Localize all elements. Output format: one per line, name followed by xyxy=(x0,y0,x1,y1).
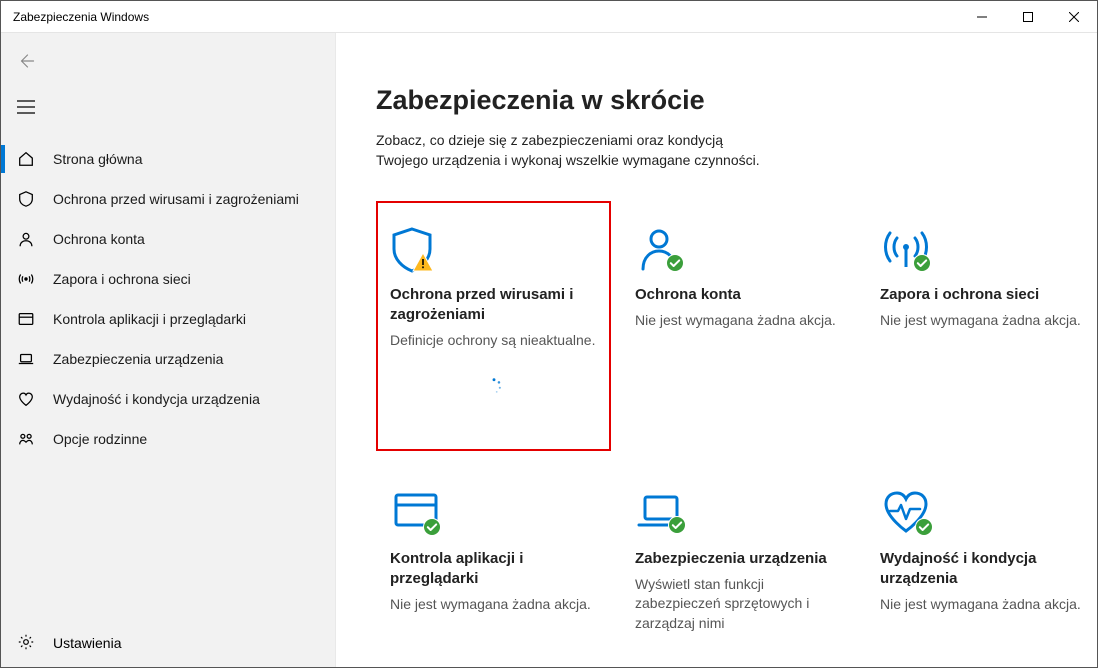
shield-icon xyxy=(17,190,35,208)
close-button[interactable] xyxy=(1051,1,1097,33)
tile-title: Wydajność i kondycja urządzenia xyxy=(880,549,1087,590)
nav-label: Kontrola aplikacji i przeglądarki xyxy=(53,311,246,327)
maximize-button[interactable] xyxy=(1005,1,1051,33)
person-icon xyxy=(17,230,35,248)
family-icon xyxy=(17,430,35,448)
back-arrow-icon xyxy=(17,52,35,73)
tile-title: Zapora i ochrona sieci xyxy=(880,285,1087,305)
app-window: Zabezpieczenia Windows xyxy=(0,0,1098,668)
antenna-ok-icon xyxy=(880,223,1087,285)
browser-ok-icon xyxy=(390,487,597,549)
titlebar: Zabezpieczenia Windows xyxy=(1,1,1097,33)
nav-item-family[interactable]: Opcje rodzinne xyxy=(1,419,335,459)
nav-label: Ochrona konta xyxy=(53,231,145,247)
laptop-ok-icon xyxy=(635,487,842,549)
antenna-icon xyxy=(17,270,35,288)
heart-icon xyxy=(17,390,35,408)
tile-device[interactable]: Zabezpieczenia urządzenia Wyświetl stan … xyxy=(621,465,856,665)
person-ok-icon xyxy=(635,223,842,285)
tile-health[interactable]: Wydajność i kondycja urządzenia Nie jest… xyxy=(866,465,1097,665)
tile-sub: Definicje ochrony są nieaktualne. xyxy=(390,331,597,351)
nav-item-firewall[interactable]: Zapora i ochrona sieci xyxy=(1,259,335,299)
back-button[interactable] xyxy=(1,39,335,85)
page-title: Zabezpieczenia w skrócie xyxy=(376,85,1057,116)
tile-sub: Wyświetl stan funkcji zabezpieczeń sprzę… xyxy=(635,575,842,634)
minimize-button[interactable] xyxy=(959,1,1005,33)
main-content: Zabezpieczenia w skrócie Zobacz, co dzie… xyxy=(336,33,1097,667)
body: Strona główna Ochrona przed wirusami i z… xyxy=(1,33,1097,667)
window-title: Zabezpieczenia Windows xyxy=(1,10,149,24)
settings-label: Ustawienia xyxy=(53,635,121,651)
nav: Strona główna Ochrona przed wirusami i z… xyxy=(1,139,335,459)
loading-spinner-icon xyxy=(390,377,597,398)
nav-label: Opcje rodzinne xyxy=(53,431,147,447)
tile-title: Zabezpieczenia urządzenia xyxy=(635,549,842,569)
tile-sub: Nie jest wymagana żadna akcja. xyxy=(880,311,1087,331)
tile-sub: Nie jest wymagana żadna akcja. xyxy=(880,595,1087,615)
nav-item-health[interactable]: Wydajność i kondycja urządzenia xyxy=(1,379,335,419)
tile-sub: Nie jest wymagana żadna akcja. xyxy=(390,595,597,615)
heart-ok-icon xyxy=(880,487,1087,549)
page-subtitle: Zobacz, co dzieje się z zabezpieczeniami… xyxy=(376,130,776,171)
shield-warning-icon xyxy=(390,223,597,285)
tile-app-browser[interactable]: Kontrola aplikacji i przeglądarki Nie je… xyxy=(376,465,611,665)
nav-label: Zabezpieczenia urządzenia xyxy=(53,351,223,367)
hamburger-icon xyxy=(17,100,35,117)
nav-label: Strona główna xyxy=(53,151,143,167)
nav-item-device[interactable]: Zabezpieczenia urządzenia xyxy=(1,339,335,379)
tile-account[interactable]: Ochrona konta Nie jest wymagana żadna ak… xyxy=(621,201,856,451)
tile-virus[interactable]: Ochrona przed wirusami i zagrożeniami De… xyxy=(376,201,611,451)
tile-title: Ochrona konta xyxy=(635,285,842,305)
nav-item-home[interactable]: Strona główna xyxy=(1,139,335,179)
tile-sub: Nie jest wymagana żadna akcja. xyxy=(635,311,842,331)
tile-grid: Ochrona przed wirusami i zagrożeniami De… xyxy=(376,201,1057,665)
tile-title: Kontrola aplikacji i przeglądarki xyxy=(390,549,597,590)
nav-item-virus[interactable]: Ochrona przed wirusami i zagrożeniami xyxy=(1,179,335,219)
nav-label: Zapora i ochrona sieci xyxy=(53,271,191,287)
nav-item-account[interactable]: Ochrona konta xyxy=(1,219,335,259)
tile-title: Ochrona przed wirusami i zagrożeniami xyxy=(390,285,597,326)
nav-label: Ochrona przed wirusami i zagrożeniami xyxy=(53,191,299,207)
sidebar: Strona główna Ochrona przed wirusami i z… xyxy=(1,33,336,667)
hamburger-button[interactable] xyxy=(1,85,335,131)
tile-firewall[interactable]: Zapora i ochrona sieci Nie jest wymagana… xyxy=(866,201,1097,451)
home-icon xyxy=(17,150,35,168)
laptop-icon xyxy=(17,350,35,368)
browser-icon xyxy=(17,310,35,328)
nav-label: Wydajność i kondycja urządzenia xyxy=(53,391,260,407)
nav-item-settings[interactable]: Ustawienia xyxy=(1,619,335,667)
gear-icon xyxy=(17,633,35,654)
nav-item-app-browser[interactable]: Kontrola aplikacji i przeglądarki xyxy=(1,299,335,339)
